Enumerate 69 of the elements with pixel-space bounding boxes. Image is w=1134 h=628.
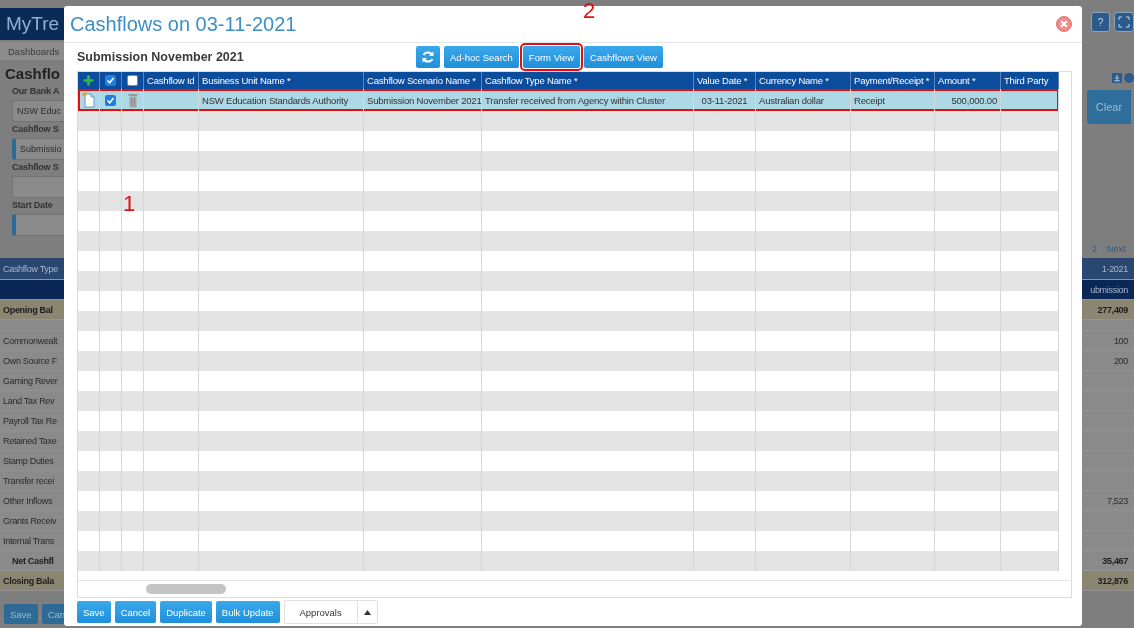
checkbox[interactable]: [127, 75, 138, 86]
action-button[interactable]: Cancel: [114, 601, 157, 623]
table-cell: 35,467: [1102, 555, 1128, 566]
row-label: Commonwealt: [3, 335, 58, 346]
annotation-number: 1: [123, 193, 136, 215]
clear-button[interactable]: Clear: [1087, 90, 1131, 124]
row-label: Opening Bal: [3, 304, 53, 315]
table-cell: 200: [1113, 355, 1128, 366]
page-title: Cashflo: [4, 65, 61, 84]
input-field[interactable]: NSW Educ: [12, 100, 64, 122]
close-icon[interactable]: [1056, 16, 1072, 32]
circle-icon[interactable]: [1124, 70, 1134, 86]
checkbox[interactable]: [105, 94, 116, 106]
dialog-title: Cashflows on 03-11-2021: [70, 12, 297, 36]
checkbox[interactable]: [105, 75, 116, 86]
table-cell: 7,523: [1106, 495, 1128, 506]
action-button[interactable]: Bulk Update: [215, 601, 280, 623]
caret-icon: [363, 609, 371, 615]
action-button[interactable]: Can: [41, 604, 64, 624]
row-label: Stamp Duties: [3, 455, 54, 466]
field-label: Our Bank A: [12, 86, 61, 98]
table-row: [1082, 431, 1134, 451]
row-label: Gaming Rever: [3, 375, 58, 386]
column-header: Cashflow Type: [3, 263, 58, 274]
toolbar-button[interactable]: Ad-hoc Search: [444, 46, 519, 68]
row-label: Own Source F: [3, 355, 57, 366]
row-label: Payroll Tax Re: [3, 415, 57, 426]
table-row: [1082, 411, 1134, 431]
column-header: 1-2021: [1101, 263, 1128, 274]
action-button[interactable]: Duplicate: [160, 601, 212, 623]
download-icon[interactable]: [1112, 70, 1122, 86]
nav-link[interactable]: Dashboards: [8, 45, 60, 57]
table-cell: 277,409: [1097, 304, 1128, 315]
row-label: Net Cashfl: [12, 555, 54, 566]
field-label: Cashflow S: [12, 162, 60, 174]
row-label: Land Tax Rev: [3, 395, 55, 406]
field-label: Start Date: [12, 200, 54, 212]
refresh-button[interactable]: [416, 46, 440, 68]
table-row: [1082, 451, 1134, 471]
fullscreen-icon[interactable]: [1114, 12, 1134, 32]
toolbar-button[interactable]: Form View: [522, 46, 581, 68]
action-button[interactable]: Save: [77, 601, 111, 623]
field-label: Cashflow S: [12, 124, 60, 136]
table-row[interactable]: NSW Education Standards Authority Submission November 2021 Transfer received from Agency within Cluster 03-11-2021 Australian dollar Receipt 500,000.00: [78, 89, 1059, 111]
row-label: Closing Bala: [3, 575, 54, 586]
help-button[interactable]: ?: [1091, 12, 1110, 32]
table-cell: 312,876: [1097, 575, 1128, 586]
refresh-icon: [421, 50, 435, 64]
row-label: Other Inflows: [3, 495, 53, 506]
table-cell: 100: [1113, 335, 1128, 346]
toolbar-button[interactable]: Cashflows View: [584, 46, 663, 68]
caret-button[interactable]: [356, 601, 377, 623]
annotation-number: 2: [583, 0, 596, 22]
scrollbar-thumb[interactable]: [146, 584, 226, 594]
action-button[interactable]: Save: [4, 604, 38, 624]
input-field[interactable]: [12, 214, 64, 236]
trash-icon[interactable]: [127, 92, 138, 108]
add-icon[interactable]: [83, 75, 94, 86]
input-field[interactable]: Submissio: [12, 138, 64, 160]
row-label: Transfer recei: [3, 475, 54, 486]
document-icon[interactable]: [81, 92, 96, 108]
row-label: Grants Receiv: [3, 515, 57, 526]
input-field[interactable]: [12, 176, 64, 198]
app-title: MyTre: [6, 13, 60, 35]
row-label: Internal Trans: [3, 535, 54, 546]
column-header: ubmission: [1090, 284, 1128, 295]
table-row: [1082, 391, 1134, 411]
row-label: Retained Taxe: [3, 435, 57, 446]
subtitle: Submission November 2021: [77, 50, 245, 64]
